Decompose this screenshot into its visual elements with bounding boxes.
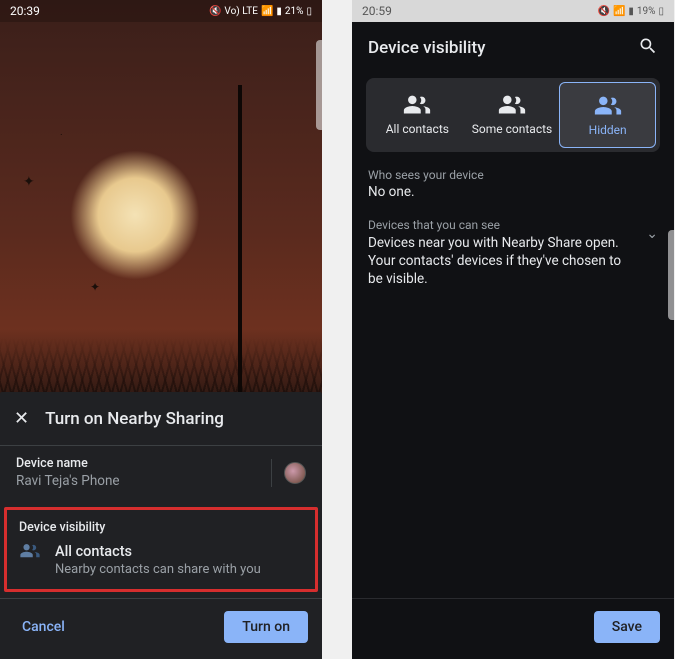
- mute-icon: 🔇: [209, 6, 221, 17]
- bird-graphic: ✦: [23, 174, 35, 190]
- nearby-sharing-sheet: ✕ Turn on Nearby Sharing Device name Rav…: [0, 392, 322, 659]
- edge-panel-handle[interactable]: [668, 230, 674, 320]
- bird-graphic: ✦: [90, 280, 100, 294]
- sheet-header: ✕ Turn on Nearby Sharing: [0, 392, 322, 445]
- device-name-row[interactable]: Device name Ravi Teja's Phone: [0, 445, 322, 503]
- status-bar: 20:59 🔇 📶 ▮ 19% ▯: [352, 0, 674, 22]
- who-sees-caption: Who sees your device: [368, 168, 658, 182]
- devices-you-see-row[interactable]: Devices that you can see Devices near yo…: [352, 204, 674, 303]
- mute-icon: 🔇: [597, 6, 609, 17]
- segment-label: Some contacts: [472, 122, 552, 136]
- wifi-icon: 📶: [613, 6, 625, 17]
- device-name-value: Ravi Teja's Phone: [16, 473, 120, 489]
- segment-label: All contacts: [386, 122, 449, 136]
- status-icons: 🔇 📶 ▮ 19% ▯: [597, 6, 664, 17]
- right-phone-frame: 20:59 🔇 📶 ▮ 19% ▯ Device visibility All …: [352, 0, 674, 659]
- segment-some-contacts[interactable]: Some contacts: [465, 82, 560, 148]
- visibility-mode: All contacts: [55, 543, 261, 560]
- battery-icon: ▯: [658, 6, 664, 17]
- sheet-title: Turn on Nearby Sharing: [45, 409, 224, 429]
- bird-graphic: ·: [60, 130, 63, 141]
- divider: [271, 459, 272, 487]
- chevron-down-icon[interactable]: ⌄: [646, 226, 658, 242]
- battery-text: 19%: [637, 6, 656, 17]
- page-header: Device visibility: [352, 22, 674, 78]
- network-text: Vo) LTE: [224, 6, 258, 17]
- signal-icon: ▮: [276, 6, 282, 17]
- status-bar: 20:39 🔇 Vo) LTE 📶 ▮ 21% ▯: [0, 0, 322, 22]
- page-title: Device visibility: [368, 38, 485, 58]
- close-icon[interactable]: ✕: [14, 408, 29, 429]
- edge-panel-handle[interactable]: [316, 40, 322, 130]
- who-sees-section: Who sees your device No one.: [352, 152, 674, 204]
- devices-body: Devices near you with Nearby Share open.…: [368, 234, 634, 289]
- signal-icon: ▮: [628, 6, 634, 17]
- wifi-icon: 📶: [261, 6, 273, 17]
- battery-icon: ▯: [306, 6, 312, 17]
- cancel-button[interactable]: Cancel: [14, 613, 73, 641]
- turn-on-button[interactable]: Turn on: [224, 611, 308, 643]
- devices-caption: Devices that you can see: [368, 218, 634, 232]
- status-icons: 🔇 Vo) LTE 📶 ▮ 21% ▯: [209, 6, 312, 17]
- segment-hidden[interactable]: Hidden: [559, 82, 656, 148]
- visibility-segmented-control: All contacts Some contacts Hidden: [366, 78, 660, 152]
- battery-text: 21%: [285, 6, 304, 17]
- sheet-actions: Cancel Turn on: [0, 598, 322, 659]
- account-avatar[interactable]: [284, 462, 306, 484]
- who-sees-body: No one.: [368, 184, 658, 200]
- segment-all-contacts[interactable]: All contacts: [370, 82, 465, 148]
- device-name-label: Device name: [16, 456, 120, 471]
- sun-graphic: [70, 150, 200, 280]
- segment-label: Hidden: [589, 123, 627, 137]
- status-time: 20:39: [10, 4, 40, 18]
- contacts-icon: [19, 543, 41, 559]
- save-button[interactable]: Save: [594, 611, 660, 643]
- visibility-description: Nearby contacts can share with you: [55, 562, 261, 577]
- status-time: 20:59: [362, 4, 392, 18]
- pine-tree-graphic: [200, 75, 280, 405]
- search-icon[interactable]: [638, 36, 658, 60]
- visibility-label: Device visibility: [19, 520, 303, 535]
- device-visibility-row[interactable]: Device visibility All contacts Nearby co…: [4, 507, 318, 592]
- left-phone-frame: ✦ ✦ · 20:39 🔇 Vo) LTE 📶 ▮ 21% ▯ ✕ Turn o…: [0, 0, 322, 659]
- bottom-action-bar: Save: [352, 598, 674, 659]
